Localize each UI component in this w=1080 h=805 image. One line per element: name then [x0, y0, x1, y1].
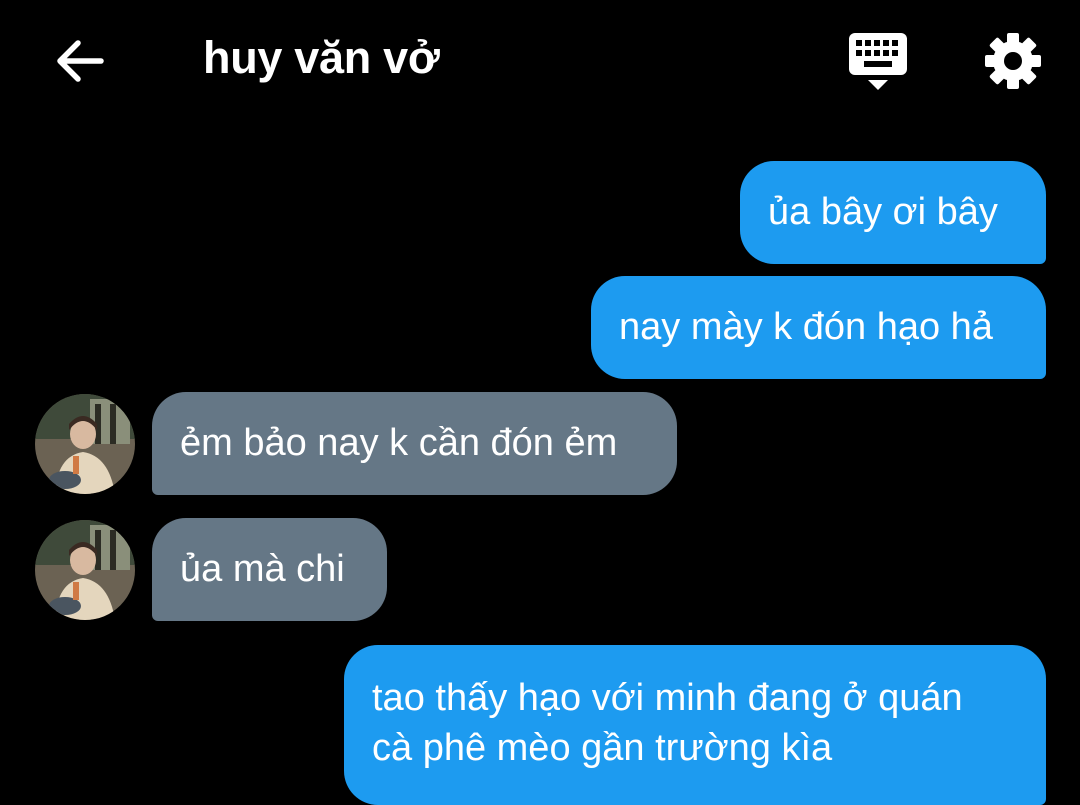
message-bubble-sent[interactable]: tao thấy hạo với minh đang ở quán cà phê…	[344, 645, 1046, 805]
message-text-line: tao thấy hạo với minh đang ở quán	[372, 677, 963, 719]
back-button[interactable]	[50, 32, 108, 90]
avatar[interactable]	[35, 394, 135, 494]
message-text: nay mày k đón hạo hả	[619, 306, 993, 348]
settings-button[interactable]	[982, 30, 1044, 92]
message-bubble-received[interactable]: ẻm bảo nay k cần đón ẻm	[152, 392, 677, 495]
conversation-title: huy văn vở	[203, 32, 440, 83]
gear-icon	[985, 33, 1041, 89]
keyboard-icon	[849, 33, 907, 90]
message-text-line: cà phê mèo gần trường kìa	[372, 727, 833, 769]
message-bubble-sent[interactable]: nay mày k đón hạo hả	[591, 276, 1046, 379]
keyboard-button[interactable]	[846, 30, 910, 94]
message-text: ủa bây ơi bây	[768, 191, 998, 233]
avatar-photo	[35, 520, 135, 620]
avatar[interactable]	[35, 520, 135, 620]
message-bubble-received[interactable]: ủa mà chi	[152, 518, 387, 621]
arrow-left-icon	[57, 40, 104, 82]
avatar-photo	[35, 394, 135, 494]
message-text: ủa mà chi	[180, 548, 345, 590]
message-text: ẻm bảo nay k cần đón ẻm	[180, 422, 618, 464]
chat-header: huy văn vở	[0, 0, 1080, 120]
message-bubble-sent[interactable]: ủa bây ơi bây	[740, 161, 1046, 264]
